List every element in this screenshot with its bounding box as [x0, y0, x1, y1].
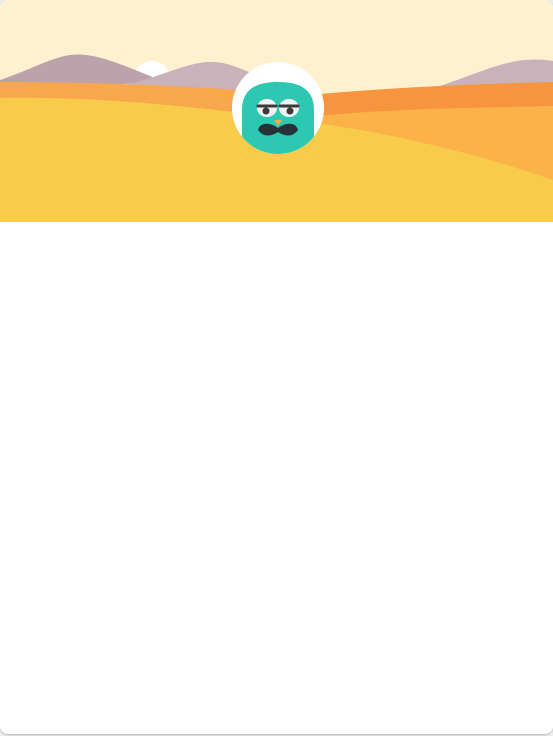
profile-card	[0, 0, 553, 734]
avatar[interactable]	[232, 62, 324, 154]
mustache-bird-mascot-icon	[232, 62, 324, 154]
card-body	[0, 222, 553, 734]
